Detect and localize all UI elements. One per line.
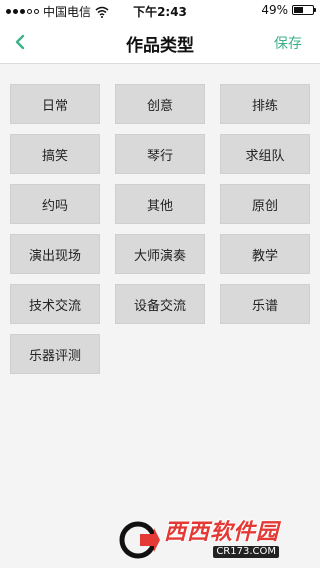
save-button[interactable]: 保存 — [274, 33, 302, 53]
tag-option[interactable]: 琴行 — [115, 134, 205, 174]
tag-option[interactable]: 求组队 — [220, 134, 310, 174]
tag-option[interactable]: 搞笑 — [10, 134, 100, 174]
tag-option[interactable]: 日常 — [10, 84, 100, 124]
tag-option[interactable]: 乐器评测 — [10, 334, 100, 374]
navigation-bar: 作品类型 保存 — [0, 20, 320, 64]
tag-option[interactable]: 教学 — [220, 234, 310, 274]
tag-option[interactable]: 大师演奏 — [115, 234, 205, 274]
tag-option[interactable]: 创意 — [115, 84, 205, 124]
tag-option[interactable]: 其他 — [115, 184, 205, 224]
tag-option[interactable]: 排练 — [220, 84, 310, 124]
battery-icon — [292, 5, 316, 15]
tag-option[interactable]: 演出现场 — [10, 234, 100, 274]
tag-option[interactable]: 原创 — [220, 184, 310, 224]
page-title: 作品类型 — [126, 36, 194, 56]
watermark-main: 西西软件园 — [164, 520, 280, 545]
battery-percent: 49% — [261, 3, 288, 17]
status-bar: 中国电信 下午2:43 49% — [0, 0, 320, 20]
chevron-left-icon — [15, 34, 25, 50]
tag-option[interactable]: 技术交流 — [10, 284, 100, 324]
watermark-text: 西西软件园 CR173.COM — [164, 520, 280, 558]
battery-fill — [294, 7, 303, 13]
status-right: 49% — [261, 3, 316, 17]
watermark: 西西软件园 CR173.COM — [118, 518, 314, 562]
tag-option[interactable]: 约吗 — [10, 184, 100, 224]
back-button[interactable] — [6, 28, 34, 56]
tag-option[interactable]: 乐谱 — [220, 284, 310, 324]
watermark-logo-icon — [118, 520, 162, 560]
tag-option[interactable]: 设备交流 — [115, 284, 205, 324]
watermark-sub: CR173.COM — [213, 546, 280, 558]
